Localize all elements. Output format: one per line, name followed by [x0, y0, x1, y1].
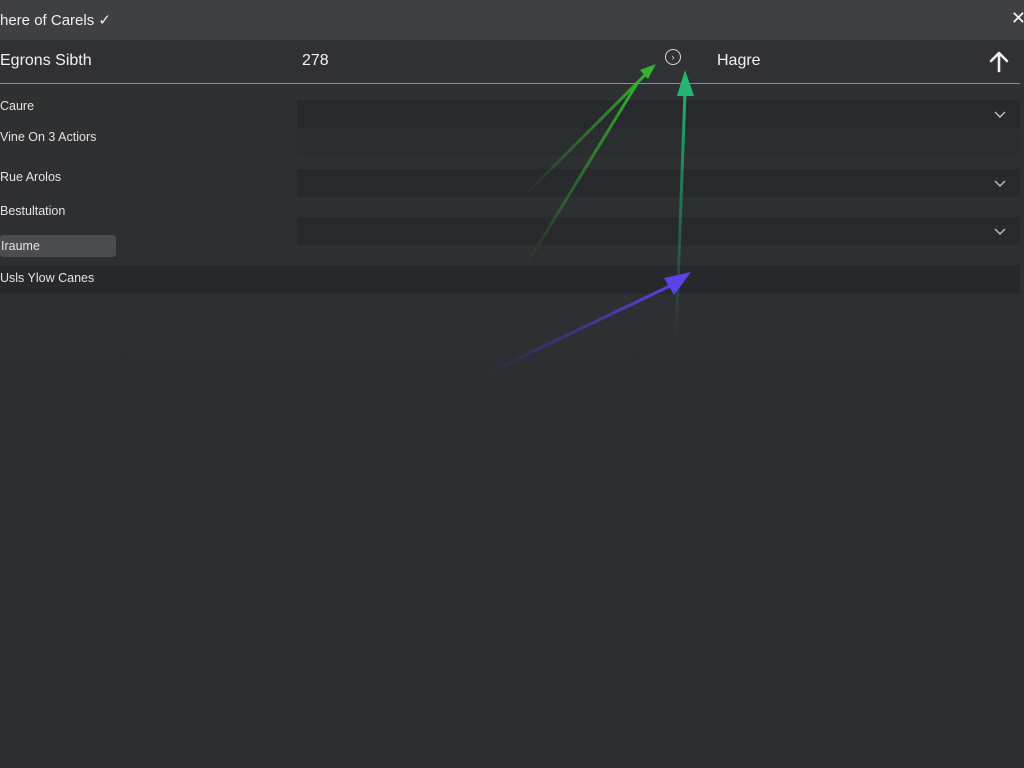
- header-count: 278: [302, 52, 329, 69]
- row-band: [0, 265, 1020, 294]
- sidebar-item-bestultation[interactable]: Bestultation: [0, 204, 65, 218]
- sidebar-item-caure[interactable]: Caure: [0, 99, 34, 113]
- dropdown-field[interactable]: [297, 217, 1020, 245]
- chevron-down-icon: [994, 228, 1006, 235]
- header-name: Egrons Sibth: [0, 52, 92, 69]
- row-band: [297, 128, 1020, 156]
- chevron-down-icon: [994, 180, 1006, 187]
- header-label: Hagre: [717, 52, 761, 69]
- chevron-down-icon: [994, 111, 1006, 118]
- sidebar-item-iraume[interactable]: Iraume: [0, 235, 116, 257]
- header-divider: [0, 83, 1020, 84]
- sidebar-item-vine-on-3-actiors[interactable]: Vine On 3 Actiors: [0, 130, 96, 144]
- arrow-up-icon[interactable]: [986, 49, 1012, 75]
- sidebar-item-rue-arolos[interactable]: Rue Arolos: [0, 170, 61, 184]
- dropdown-field[interactable]: [297, 169, 1020, 197]
- window-title: here of Carels ✓: [0, 12, 111, 29]
- header-row: [0, 40, 1024, 84]
- title-bar: here of Carels ✓ ✕: [0, 0, 1024, 41]
- close-icon[interactable]: ✕: [1011, 8, 1024, 29]
- app-window: here of Carels ✓ ✕ Egrons Sibth 278 › Ha…: [0, 0, 1024, 768]
- info-circle-icon[interactable]: ›: [665, 49, 681, 65]
- dropdown-field[interactable]: [297, 100, 1020, 128]
- sidebar-item-usls-ylow-canes[interactable]: Usls Ylow Canes: [0, 271, 94, 285]
